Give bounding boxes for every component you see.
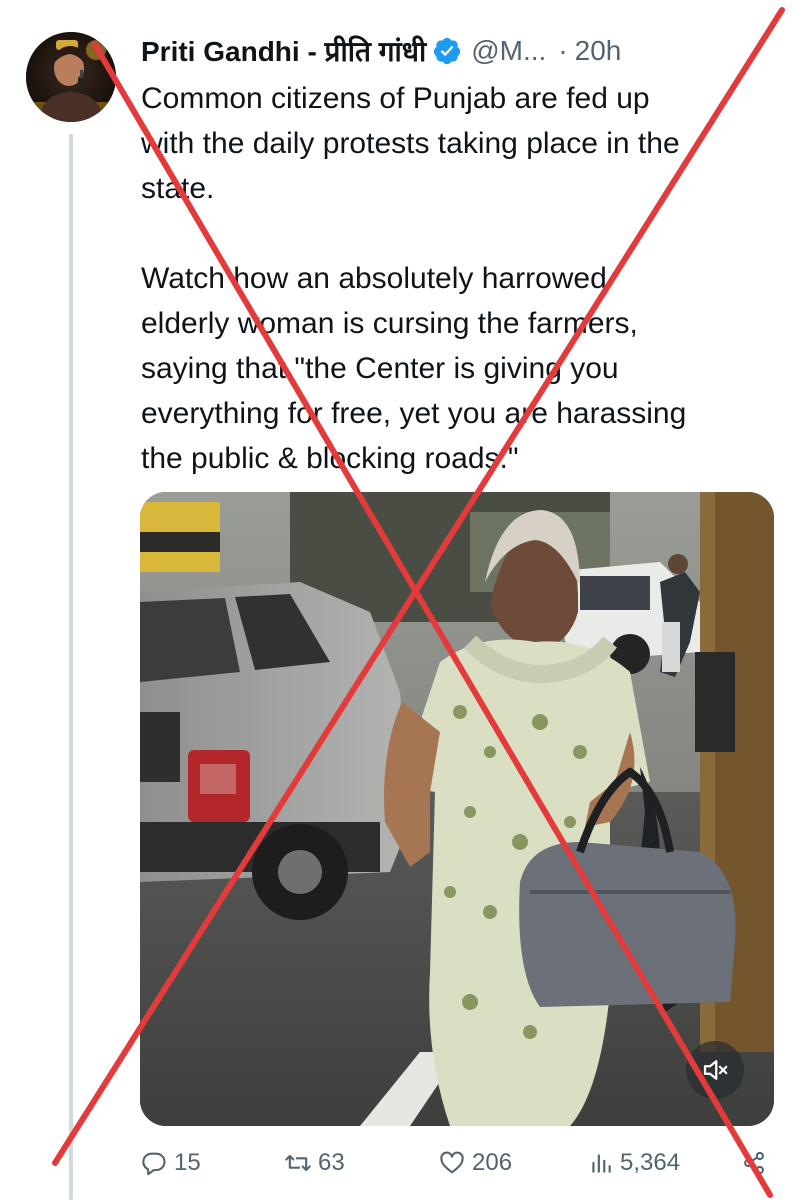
view-count: 5,364 xyxy=(620,1149,681,1176)
thread-line xyxy=(69,134,73,1200)
share-button[interactable] xyxy=(740,1143,774,1183)
tweet-page: Priti Gandhi - प्रीति गांधी @M... · 20h … xyxy=(0,0,801,1200)
mute-toggle-button[interactable] xyxy=(686,1041,744,1099)
separator-dot: · xyxy=(558,35,568,66)
speaker-muted-icon xyxy=(703,1060,728,1080)
video-frame xyxy=(140,492,774,1126)
tweet-header: Priti Gandhi - प्रीति गांधी @M... · 20h xyxy=(141,30,621,72)
timestamp[interactable]: 20h xyxy=(575,35,622,67)
avatar[interactable] xyxy=(26,32,116,122)
repost-button[interactable]: 63 xyxy=(284,1143,345,1183)
reply-count: 15 xyxy=(174,1149,201,1176)
display-name[interactable]: Priti Gandhi - प्रीति गांधी xyxy=(141,32,426,70)
share-icon xyxy=(744,1151,764,1175)
reply-button[interactable]: 15 xyxy=(140,1143,201,1183)
like-button[interactable]: 206 xyxy=(438,1143,512,1183)
reply-icon xyxy=(142,1152,166,1176)
repost-icon xyxy=(285,1154,311,1172)
like-count: 206 xyxy=(472,1149,513,1176)
tweet-text: Common citizens of Punjab are fed up wit… xyxy=(141,76,781,481)
avatar-photo xyxy=(26,32,116,122)
heart-icon xyxy=(440,1151,464,1174)
views-button[interactable]: 5,364 xyxy=(588,1143,680,1183)
tweet-actions: 15 63 206 5,364 xyxy=(140,1143,774,1183)
verified-badge-icon xyxy=(432,36,462,66)
views-chart-icon xyxy=(592,1154,611,1173)
user-handle[interactable]: @M... xyxy=(471,35,546,67)
repost-count: 63 xyxy=(318,1149,345,1176)
video-player[interactable] xyxy=(140,492,774,1126)
tweet-paragraph-2: Watch how an absolutely harrowed elderly… xyxy=(141,262,687,475)
tweet-paragraph-1: Common citizens of Punjab are fed up wit… xyxy=(141,82,680,205)
